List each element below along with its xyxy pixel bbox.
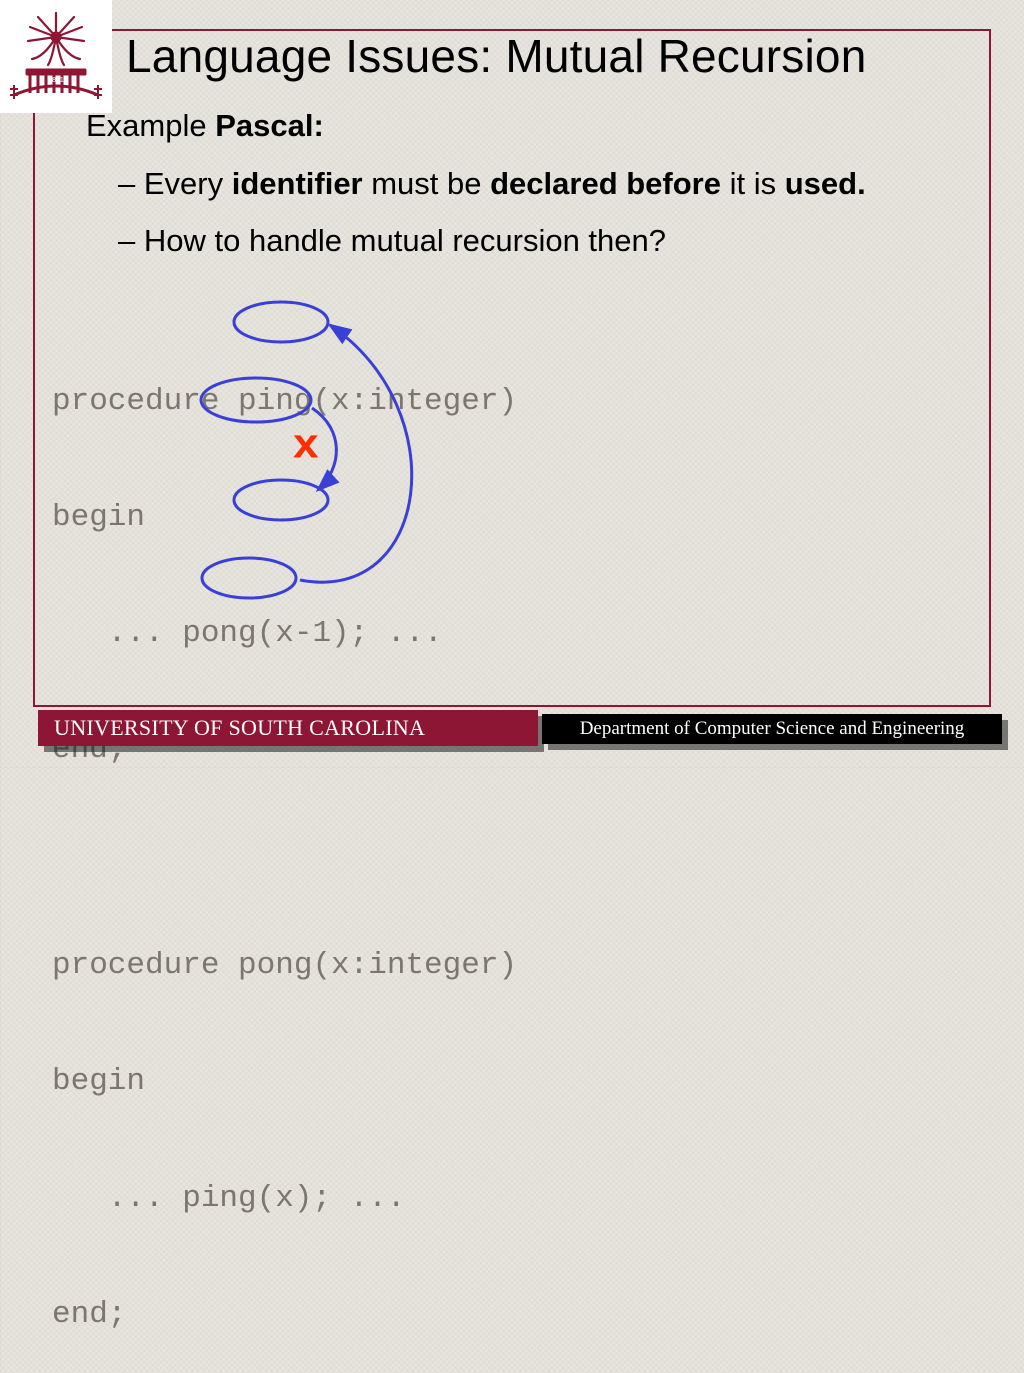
example-lang: Pascal: [215,108,324,143]
code-block: procedure ping(x:integer) begin ... pong… [52,305,517,1373]
code-line: end; [52,1296,517,1335]
page-title: Language Issues: Mutual Recursion [126,29,996,83]
error-x-icon: x [293,419,319,468]
example-line: Example Pascal: [86,108,966,144]
university-logo: 1801 [0,0,112,113]
code-line: ... ping(x); ... [52,1180,517,1219]
code-line: begin [52,499,517,538]
bullet-1: Every identifier must be declared before… [146,162,926,205]
svg-text:1801: 1801 [48,77,64,84]
code-line: ... pong(x-1); ... [52,615,517,654]
content-area: Example Pascal: Every identifier must be… [86,108,966,277]
department-banner: Department of Computer Science and Engin… [542,714,1002,744]
bullet-2: How to handle mutual recursion then? [146,219,926,262]
code-line: procedure ping(x:integer) [52,383,517,422]
code-line: begin [52,1063,517,1102]
university-banner: UNIVERSITY OF SOUTH CAROLINA [38,710,538,746]
code-line: procedure pong(x:integer) [52,947,517,986]
example-prefix: Example [86,108,215,143]
